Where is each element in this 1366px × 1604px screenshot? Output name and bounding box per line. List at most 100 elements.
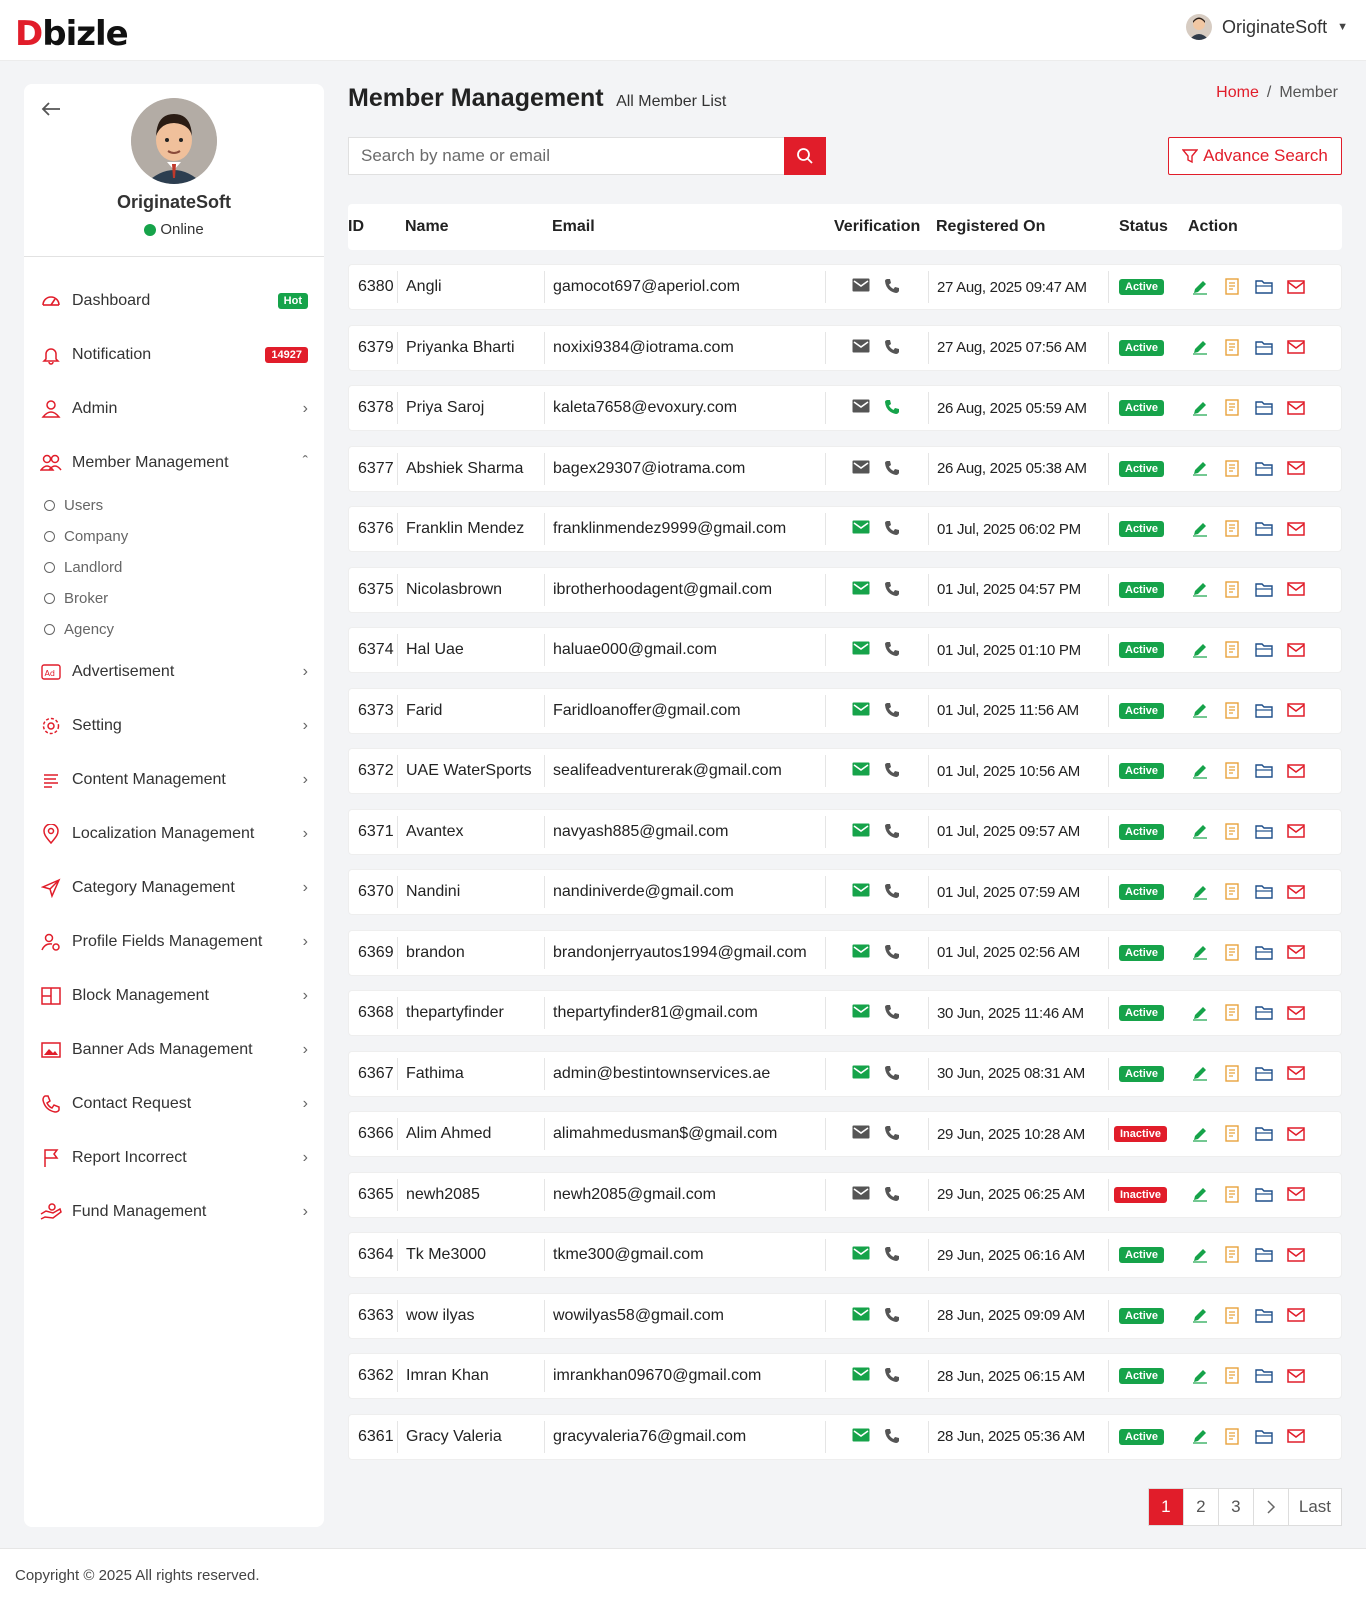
edit-icon[interactable] [1190, 519, 1209, 538]
edit-icon[interactable] [1190, 943, 1209, 962]
edit-icon[interactable] [1190, 1124, 1209, 1143]
document-icon[interactable] [1222, 1064, 1241, 1083]
status-badge[interactable]: Active [1119, 884, 1165, 900]
edit-icon[interactable] [1190, 1245, 1209, 1264]
status-badge[interactable]: Active [1119, 460, 1165, 477]
folder-icon[interactable] [1254, 1366, 1273, 1385]
status-badge[interactable]: Active [1119, 702, 1165, 719]
search-button[interactable] [784, 137, 826, 175]
edit-icon[interactable] [1190, 398, 1209, 417]
sidebar-item-member-management[interactable]: Member Management ˆ [24, 436, 324, 490]
send-mail-icon[interactable] [1286, 761, 1305, 780]
edit-icon[interactable] [1190, 277, 1209, 296]
document-icon[interactable] [1222, 1245, 1241, 1264]
advance-search-button[interactable]: Advance Search [1168, 137, 1342, 175]
submenu-item-company[interactable]: Company [44, 521, 324, 552]
folder-icon[interactable] [1254, 338, 1273, 357]
document-icon[interactable] [1222, 519, 1241, 538]
document-icon[interactable] [1222, 580, 1241, 599]
brand-logo[interactable]: Dbizle [15, 10, 129, 54]
breadcrumb-home-link[interactable]: Home [1216, 84, 1259, 101]
folder-icon[interactable] [1254, 943, 1273, 962]
folder-icon[interactable] [1254, 398, 1273, 417]
folder-icon[interactable] [1254, 1427, 1273, 1446]
send-mail-icon[interactable] [1286, 1185, 1305, 1204]
sidebar-item-notification[interactable]: Notification 14927 [24, 328, 324, 382]
page-2-button[interactable]: 2 [1184, 1489, 1219, 1525]
status-badge[interactable]: Active [1119, 1247, 1165, 1263]
sidebar-item-banner-ads-management[interactable]: Banner Ads Management › [24, 1023, 324, 1077]
status-badge[interactable]: Active [1119, 279, 1165, 295]
edit-icon[interactable] [1190, 338, 1209, 357]
edit-icon[interactable] [1190, 580, 1209, 599]
edit-icon[interactable] [1190, 1064, 1209, 1083]
status-badge[interactable]: Inactive [1114, 1126, 1167, 1142]
status-badge[interactable]: Active [1119, 1428, 1165, 1445]
folder-icon[interactable] [1254, 1185, 1273, 1204]
send-mail-icon[interactable] [1286, 640, 1305, 659]
folder-icon[interactable] [1254, 882, 1273, 901]
sidebar-item-profile-fields-management[interactable]: Profile Fields Management › [24, 915, 324, 969]
sidebar-item-block-management[interactable]: Block Management › [24, 969, 324, 1023]
folder-icon[interactable] [1254, 1124, 1273, 1143]
column-header-name[interactable]: Name [405, 218, 449, 236]
column-header-status[interactable]: Status [1119, 218, 1168, 236]
send-mail-icon[interactable] [1286, 701, 1305, 720]
submenu-item-agency[interactable]: Agency [44, 614, 324, 645]
document-icon[interactable] [1222, 1003, 1241, 1022]
document-icon[interactable] [1222, 398, 1241, 417]
send-mail-icon[interactable] [1286, 943, 1305, 962]
document-icon[interactable] [1222, 761, 1241, 780]
document-icon[interactable] [1222, 1427, 1241, 1446]
sidebar-item-admin[interactable]: Admin › [24, 382, 324, 436]
submenu-item-landlord[interactable]: Landlord [44, 552, 324, 583]
send-mail-icon[interactable] [1286, 822, 1305, 841]
edit-icon[interactable] [1190, 761, 1209, 780]
sidebar-item-dashboard[interactable]: Dashboard Hot [24, 274, 324, 328]
status-badge[interactable]: Active [1119, 944, 1165, 961]
folder-icon[interactable] [1254, 1064, 1273, 1083]
page-1-button[interactable]: 1 [1148, 1489, 1184, 1525]
status-badge[interactable]: Active [1119, 823, 1165, 840]
status-badge[interactable]: Active [1119, 339, 1165, 356]
folder-icon[interactable] [1254, 701, 1273, 720]
document-icon[interactable] [1222, 701, 1241, 720]
sidebar-item-content-management[interactable]: Content Management › [24, 753, 324, 807]
document-icon[interactable] [1222, 882, 1241, 901]
user-menu[interactable]: OriginateSoft ▼ [1186, 14, 1348, 40]
edit-icon[interactable] [1190, 640, 1209, 659]
folder-icon[interactable] [1254, 277, 1273, 296]
edit-icon[interactable] [1190, 822, 1209, 841]
status-badge[interactable]: Active [1119, 521, 1165, 537]
edit-icon[interactable] [1190, 1003, 1209, 1022]
document-icon[interactable] [1222, 277, 1241, 296]
edit-icon[interactable] [1190, 701, 1209, 720]
sidebar-item-advertisement[interactable]: Ad Advertisement › [24, 645, 324, 699]
send-mail-icon[interactable] [1286, 1064, 1305, 1083]
column-header-verification[interactable]: Verification [834, 218, 920, 236]
send-mail-icon[interactable] [1286, 398, 1305, 417]
send-mail-icon[interactable] [1286, 338, 1305, 357]
status-badge[interactable]: Active [1119, 1005, 1165, 1021]
column-header-email[interactable]: Email [552, 218, 595, 236]
last-page-button[interactable]: Last [1289, 1489, 1341, 1525]
sidebar-item-setting[interactable]: Setting › [24, 699, 324, 753]
edit-icon[interactable] [1190, 882, 1209, 901]
document-icon[interactable] [1222, 943, 1241, 962]
edit-icon[interactable] [1190, 459, 1209, 478]
column-header-registered-on[interactable]: Registered On [936, 218, 1045, 236]
page-3-button[interactable]: 3 [1219, 1489, 1254, 1525]
folder-icon[interactable] [1254, 1003, 1273, 1022]
submenu-item-broker[interactable]: Broker [44, 583, 324, 614]
document-icon[interactable] [1222, 1306, 1241, 1325]
document-icon[interactable] [1222, 459, 1241, 478]
edit-icon[interactable] [1190, 1306, 1209, 1325]
edit-icon[interactable] [1190, 1366, 1209, 1385]
send-mail-icon[interactable] [1286, 1427, 1305, 1446]
document-icon[interactable] [1222, 338, 1241, 357]
sidebar-item-fund-management[interactable]: Fund Management › [24, 1185, 324, 1239]
sidebar-item-contact-request[interactable]: Contact Request › [24, 1077, 324, 1131]
status-badge[interactable]: Active [1119, 763, 1165, 779]
folder-icon[interactable] [1254, 580, 1273, 599]
status-badge[interactable]: Inactive [1114, 1186, 1167, 1203]
